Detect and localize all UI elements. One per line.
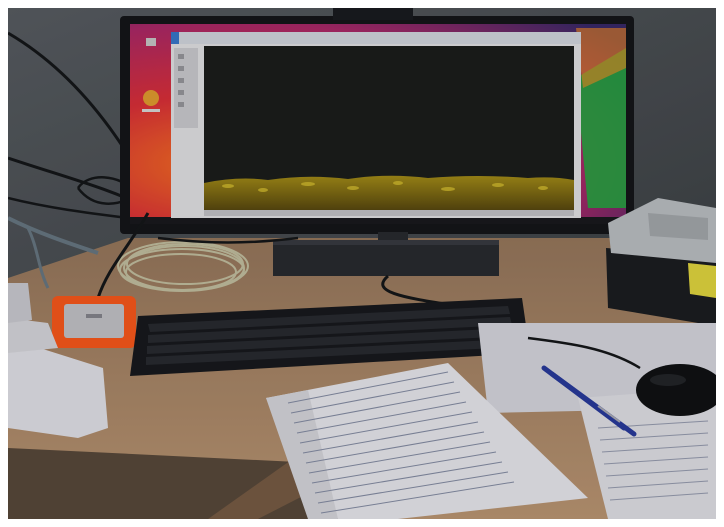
photo xyxy=(8,8,716,519)
photo-dim xyxy=(8,8,716,519)
